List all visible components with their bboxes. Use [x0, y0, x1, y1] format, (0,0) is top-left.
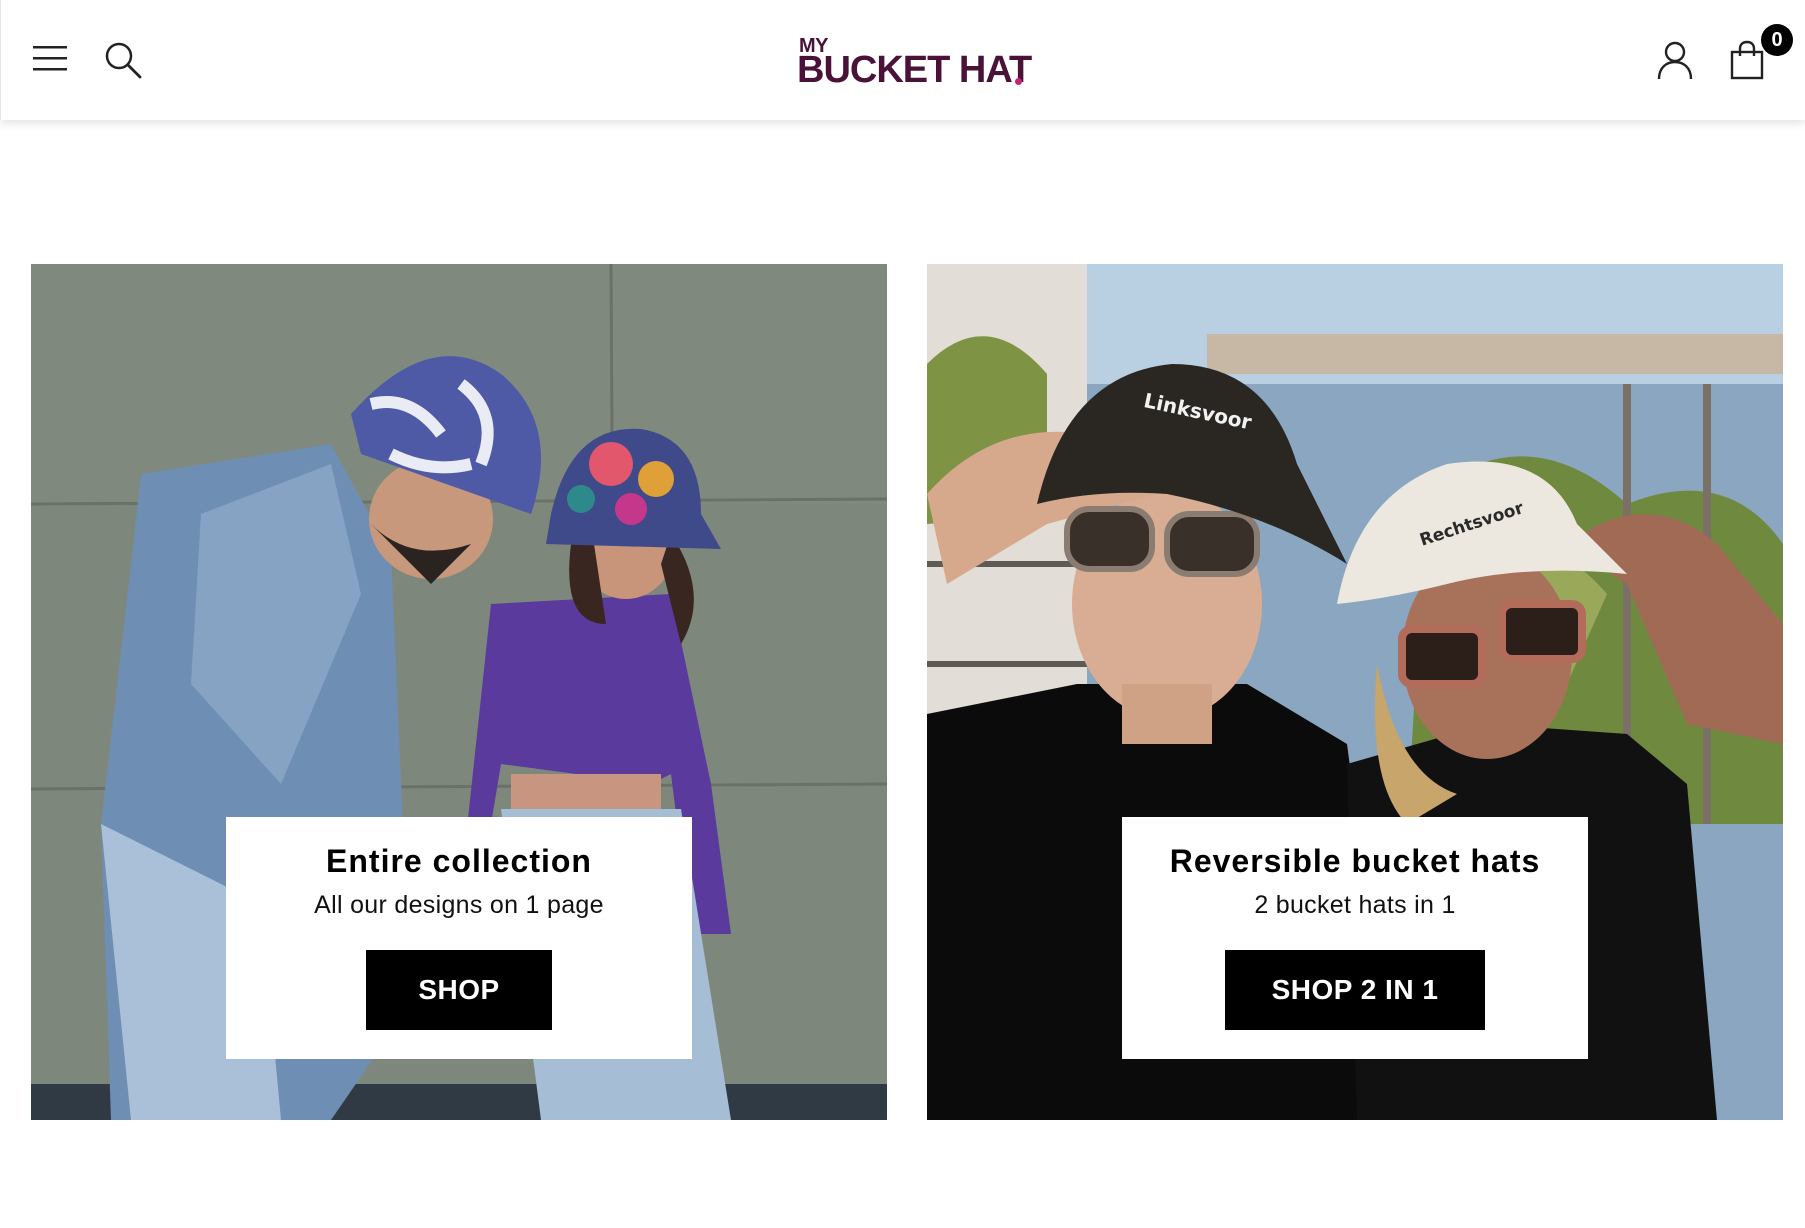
search-icon[interactable] — [103, 40, 143, 80]
logo-text: BUCKET HAT — [797, 49, 1032, 91]
reversible-promo-box: Reversible bucket hats 2 bucket hats in … — [1122, 817, 1588, 1059]
reversible-subtitle: 2 bucket hats in 1 — [1254, 891, 1456, 919]
menu-icon[interactable] — [33, 43, 67, 73]
shop-button[interactable]: SHOP — [366, 950, 552, 1030]
account-icon[interactable] — [1656, 40, 1694, 80]
collection-title: Entire collection — [326, 843, 592, 879]
cart-icon[interactable] — [1729, 40, 1765, 80]
cart-count-badge: 0 — [1761, 24, 1793, 56]
shop-2-in-1-button[interactable]: SHOP 2 IN 1 — [1225, 950, 1485, 1030]
collection-card[interactable]: Entire collection All our designs on 1 p… — [31, 264, 887, 1120]
site-logo[interactable]: MY BUCKET HAT — [797, 36, 1032, 90]
collection-subtitle: All our designs on 1 page — [314, 891, 604, 919]
reversible-title: Reversible bucket hats — [1169, 843, 1541, 879]
site-header: MY BUCKET HAT 0 — [0, 0, 1805, 120]
logo-dot — [1015, 78, 1022, 85]
reversible-card[interactable]: Linksvoor Rechtsvoor Reversible bucket h… — [927, 264, 1783, 1120]
collection-promo-box: Entire collection All our designs on 1 p… — [226, 817, 692, 1059]
